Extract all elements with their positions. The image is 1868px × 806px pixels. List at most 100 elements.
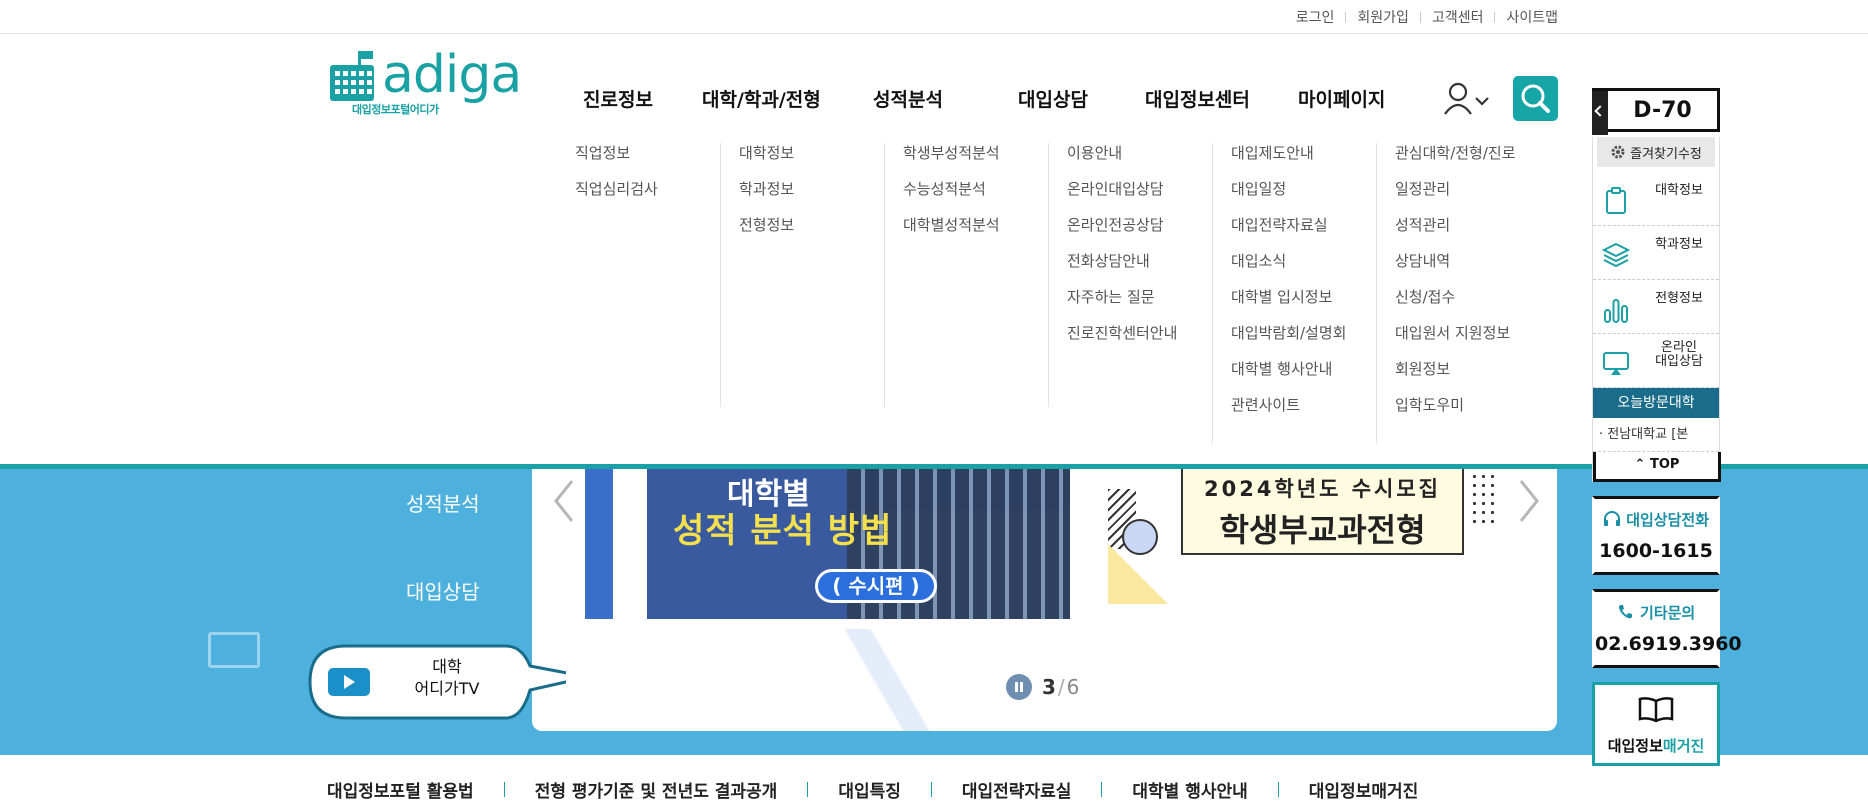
mega-col-mypage: 관심대학/전형/진로 일정관리 성적관리 상담내역 신청/접수 대입원서 지원정… <box>1376 143 1546 443</box>
quick-item-university[interactable]: 대학정보 <box>1593 172 1719 226</box>
login-link[interactable]: 로그인 <box>1296 7 1335 27</box>
menu-item[interactable]: 대학정보 <box>739 143 884 179</box>
quick-item-online-consulting[interactable]: 온라인 대입상담 <box>1593 334 1719 388</box>
menu-item[interactable]: 신청/접수 <box>1395 287 1546 323</box>
building-icon <box>330 65 374 101</box>
nav-info-center[interactable]: 대입정보센터 <box>1145 85 1250 112</box>
bar-chart-icon <box>1604 299 1628 323</box>
mega-col-score: 학생부성적분석 수능성적분석 대학별성적분석 <box>884 143 1048 407</box>
header: adiga 대입정보포털어디가 진로정보 대학/학과/전형 성적분석 대입상담 … <box>0 35 1868 130</box>
bottom-link-strategy[interactable]: 대입전략자료실 <box>962 777 1071 802</box>
utility-bar: 로그인 회원가입 고객센터 사이트맵 <box>0 0 1868 34</box>
bottom-link-magazine[interactable]: 대입정보매거진 <box>1309 777 1418 802</box>
bottom-links: 대입정보포털 활용법 전형 평가기준 및 전년도 결과공개 대입특징 대입전략자… <box>327 777 1418 802</box>
favorites-edit-button[interactable]: 즐겨찾기수정 <box>1597 137 1715 167</box>
menu-item[interactable]: 회원정보 <box>1395 359 1546 395</box>
menu-item[interactable]: 대입제도안내 <box>1231 143 1376 179</box>
phone-consulting-title: 대입상담전화 <box>1595 509 1717 530</box>
nav-score-analysis[interactable]: 성적분석 <box>873 85 943 112</box>
menu-item[interactable]: 진로진학센터안내 <box>1067 323 1212 359</box>
tv-label: 대학 어디가TV <box>412 656 482 700</box>
menu-item[interactable]: 대입박람회/설명회 <box>1231 323 1376 359</box>
menu-item[interactable]: 학과정보 <box>739 179 884 215</box>
dday-count: D-70 <box>1633 98 1692 123</box>
bottom-link-events[interactable]: 대학별 행사안내 <box>1132 777 1247 802</box>
menu-item[interactable]: 상담내역 <box>1395 251 1546 287</box>
adiga-tv-button[interactable]: 대학 어디가TV <box>308 644 566 720</box>
side-menu-score[interactable]: 성적분석 <box>406 488 480 517</box>
current-page: 3 <box>1042 675 1056 699</box>
mega-col-university: 대학정보 학과정보 전형정보 <box>720 143 884 407</box>
menu-item[interactable]: 자주하는 질문 <box>1067 287 1212 323</box>
slide-title: 2024학년도 수시모집 <box>1204 477 1441 501</box>
menu-item[interactable]: 대학별 입시정보 <box>1231 287 1376 323</box>
menu-item[interactable]: 일정관리 <box>1395 179 1546 215</box>
quick-item-label: 전형정보 <box>1655 291 1703 306</box>
menu-item[interactable]: 관련사이트 <box>1231 395 1376 431</box>
circle-decoration <box>1122 519 1158 555</box>
nav-consulting[interactable]: 대입상담 <box>1018 85 1088 112</box>
menu-item[interactable]: 관심대학/전형/진로 <box>1395 143 1546 179</box>
utility-links: 로그인 회원가입 고객센터 사이트맵 <box>1296 7 1558 27</box>
magazine-link[interactable]: 대입정보매거진 <box>1592 682 1720 766</box>
menu-item[interactable]: 대입소식 <box>1231 251 1376 287</box>
flag-icon <box>358 51 373 67</box>
divider <box>1277 782 1279 797</box>
phone-consulting-number: 1600-1615 <box>1599 540 1713 562</box>
dots-decoration <box>1470 469 1498 523</box>
banner-slider: 대학별 성적 분석 방법 ( 수시편 ) 2024학년도 수시모집 학생부교과전… <box>532 469 1557 731</box>
slide-admission-type[interactable]: 2024학년도 수시모집 학생부교과전형 <box>1108 469 1506 619</box>
quick-panel-toggle-button[interactable] <box>1592 91 1608 135</box>
divider <box>807 782 809 797</box>
pause-button[interactable] <box>1006 674 1032 700</box>
menu-item[interactable]: 입학도우미 <box>1395 395 1546 431</box>
scroll-top-button[interactable]: ⌃ TOP <box>1593 452 1721 482</box>
nav-career[interactable]: 진로정보 <box>583 85 653 112</box>
menu-item[interactable]: 대입원서 지원정보 <box>1395 323 1546 359</box>
bottom-link-features[interactable]: 대입특징 <box>838 777 901 802</box>
slide-headline: 학생부교과전형 <box>1219 511 1426 549</box>
menu-item[interactable]: 전형정보 <box>739 215 884 251</box>
menu-item[interactable]: 성적관리 <box>1395 215 1546 251</box>
slider-prev-button[interactable] <box>546 477 582 525</box>
menu-item[interactable]: 온라인대입상담 <box>1067 179 1212 215</box>
menu-item[interactable]: 대학별 행사안내 <box>1231 359 1376 395</box>
bottom-link-guide[interactable]: 대입정보포털 활용법 <box>327 777 474 802</box>
speech-bubble-decoration-icon <box>208 632 260 668</box>
nav-mypage[interactable]: 마이페이지 <box>1298 85 1385 112</box>
tv-label-line2: 어디가TV <box>414 679 480 698</box>
menu-item[interactable]: 수능성적분석 <box>903 179 1048 215</box>
menu-item[interactable]: 대입전략자료실 <box>1231 215 1376 251</box>
customer-center-link[interactable]: 고객센터 <box>1432 7 1484 27</box>
quick-item-label: 대학정보 <box>1655 183 1703 198</box>
menu-item[interactable]: 대입일정 <box>1231 179 1376 215</box>
visited-university-item[interactable]: · 전남대학교 [본 <box>1593 418 1719 452</box>
nav-university[interactable]: 대학/학과/전형 <box>702 85 821 112</box>
user-menu-button[interactable] <box>1443 82 1495 116</box>
slider-pager: 3 / 6 <box>1006 674 1079 700</box>
phone-consulting-card[interactable]: 대입상담전화 1600-1615 <box>1592 496 1720 575</box>
menu-item[interactable]: 직업심리검사 <box>575 179 720 215</box>
sitemap-link[interactable]: 사이트맵 <box>1506 7 1558 27</box>
signup-link[interactable]: 회원가입 <box>1357 7 1409 27</box>
side-menu-consulting[interactable]: 대입상담 <box>406 576 480 605</box>
other-inquiry-card[interactable]: 기타문의 02.6919.3960 <box>1592 589 1742 668</box>
divider <box>930 782 932 797</box>
menu-item[interactable]: 직업정보 <box>575 143 720 179</box>
menu-item[interactable]: 이용안내 <box>1067 143 1212 179</box>
quick-item-admission-type[interactable]: 전형정보 <box>1593 280 1719 334</box>
total-pages: 6 <box>1066 675 1080 699</box>
slide-score-analysis[interactable]: 대학별 성적 분석 방법 ( 수시편 ) <box>647 469 1070 619</box>
other-inquiry-label: 기타문의 <box>1640 604 1696 622</box>
menu-item[interactable]: 학생부성적분석 <box>903 143 1048 179</box>
menu-item[interactable]: 전화상담안내 <box>1067 251 1212 287</box>
search-button[interactable] <box>1513 76 1558 121</box>
bottom-link-criteria[interactable]: 전형 평가기준 및 전년도 결과공개 <box>535 777 778 802</box>
open-book-icon <box>1638 697 1674 723</box>
site-logo[interactable]: adiga 대입정보포털어디가 <box>330 45 522 119</box>
menu-item[interactable]: 온라인전공상담 <box>1067 215 1212 251</box>
menu-item[interactable]: 대학별성적분석 <box>903 215 1048 251</box>
divider <box>1345 11 1347 23</box>
quick-item-department[interactable]: 학과정보 <box>1593 226 1719 280</box>
slider-next-button[interactable] <box>1511 477 1547 525</box>
